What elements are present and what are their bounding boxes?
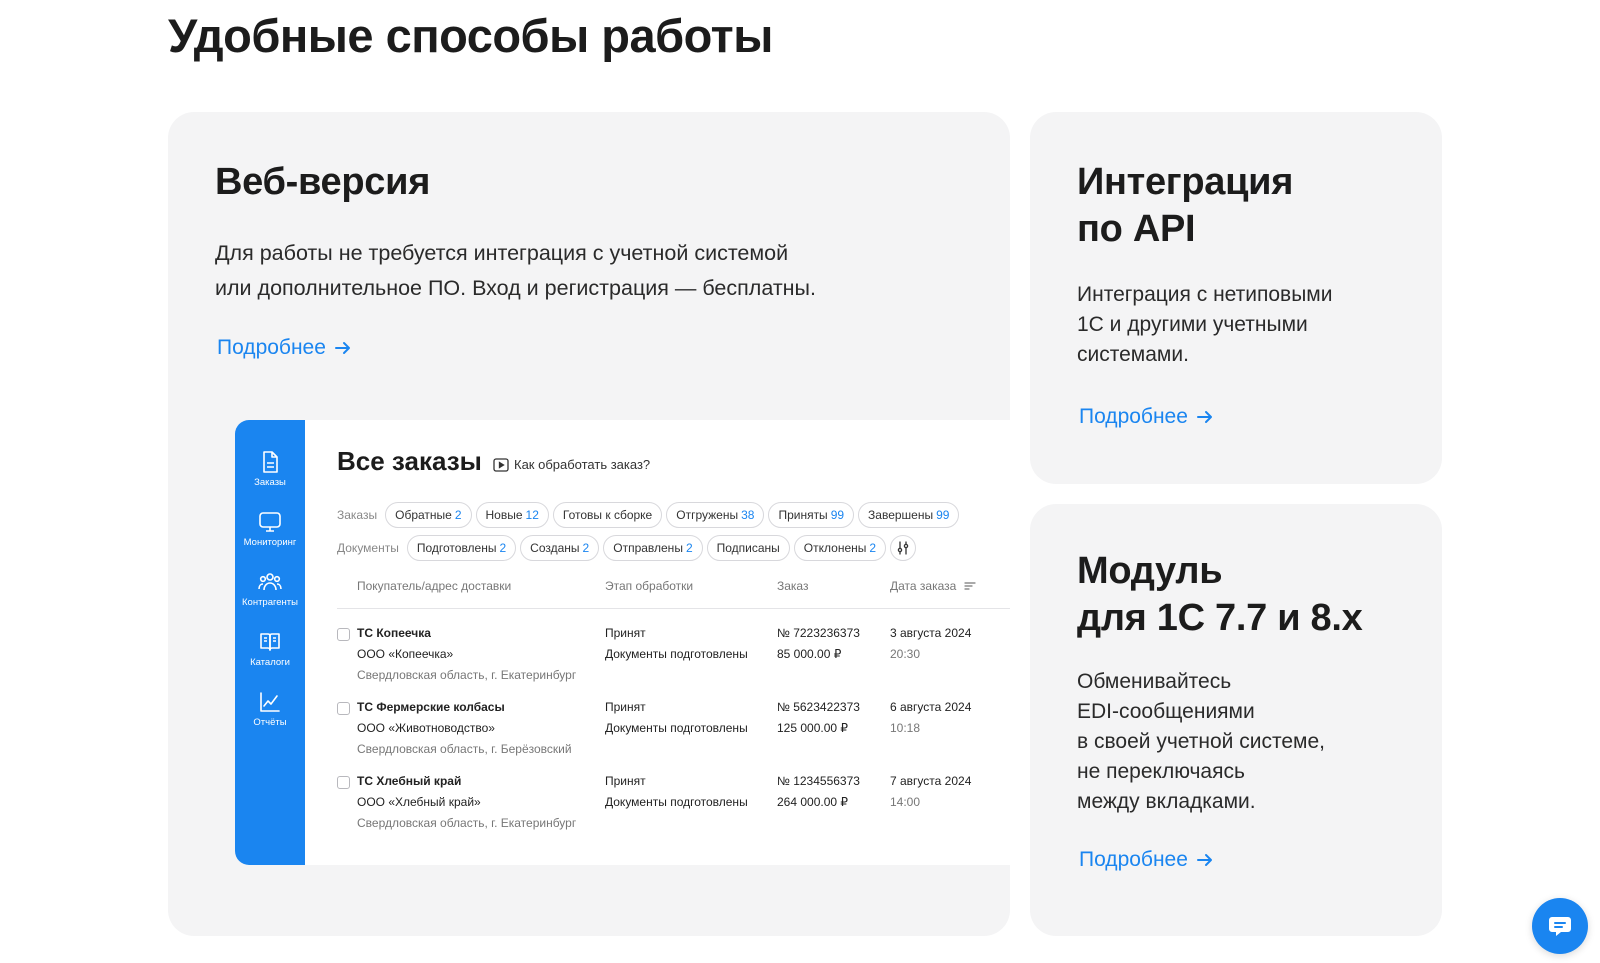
people-icon	[258, 573, 282, 591]
order-cell: № 7223236373 85 000.00 ₽	[777, 626, 860, 661]
orders-title: Все заказы	[337, 446, 482, 476]
module-1c-description: Обменивайтесь EDI-сообщениями в своей уч…	[1077, 670, 1325, 813]
orders-filter-row: Заказы Обратные 2 Новые 12 Готовы к сборке…	[337, 502, 960, 528]
orders-filter-label: Заказы	[337, 508, 378, 522]
app-sidebar: Заказы Мониторинг Контрагенты Каталоги О…	[235, 420, 305, 865]
document-icon	[263, 451, 278, 473]
chip-sent[interactable]: Отправлены 2	[603, 535, 703, 561]
arrow-right-icon	[1196, 854, 1212, 866]
video-icon	[493, 457, 509, 472]
web-version-text-line2: или дополнительное ПО. Вход и регистраци…	[215, 276, 816, 300]
docs-filter-label: Документы	[337, 541, 399, 555]
sidebar-item-catalogs[interactable]: Каталоги	[235, 630, 305, 668]
module-1c-title: Модуль для 1С 7.7 и 8.х	[1077, 550, 1363, 639]
api-integration-card: Интеграция по API Интеграция с нетиповым…	[1030, 112, 1442, 484]
arrow-right-icon	[1196, 411, 1212, 423]
chip-completed[interactable]: Завершены 99	[858, 502, 960, 528]
buyer-cell: ТС Хлебный край ООО «Хлебный край» Сверд…	[357, 774, 577, 830]
chat-button[interactable]	[1532, 898, 1588, 954]
stage-cell: Принят Документы подготовлены	[605, 626, 748, 661]
buyer-cell: ТС Копеечка ООО «Копеечка» Свердловская …	[357, 626, 577, 682]
api-more-link[interactable]: Подробнее	[1079, 405, 1214, 429]
order-cell: № 1234556373 264 000.00 ₽	[777, 774, 860, 809]
chip-signed[interactable]: Подписаны	[706, 535, 790, 561]
module-more-link[interactable]: Подробнее	[1079, 848, 1214, 872]
row-checkbox[interactable]	[337, 776, 350, 789]
chip-rejected[interactable]: Отклонены 2	[793, 535, 887, 561]
catalog-icon	[260, 633, 280, 651]
page-title: Удобные способы работы	[168, 9, 773, 62]
web-version-more-link[interactable]: Подробнее	[217, 336, 352, 360]
chip-ready[interactable]: Готовы к сборке	[552, 502, 663, 528]
order-cell: № 5623422373 125 000.00 ₽	[777, 700, 860, 735]
chip-created[interactable]: Созданы 2	[520, 535, 600, 561]
web-version-description: Для работы не требуется интеграция с уче…	[215, 236, 816, 306]
table-divider	[337, 608, 1010, 609]
sidebar-item-reports[interactable]: Отчёты	[235, 690, 305, 728]
chip-new[interactable]: Новые 12	[475, 502, 549, 528]
sidebar-item-orders[interactable]: Заказы	[235, 450, 305, 488]
chip-accepted[interactable]: Приняты 99	[768, 502, 855, 528]
stage-cell: Принят Документы подготовлены	[605, 700, 748, 735]
buyer-cell: ТС Фермерские колбасы ООО «Животноводств…	[357, 700, 572, 756]
chart-icon	[260, 692, 280, 712]
table-row[interactable]: ТС Копеечка ООО «Копеечка» Свердловская …	[337, 623, 1010, 693]
api-integration-description: Интеграция с нетиповыми 1С и другими уче…	[1077, 283, 1333, 366]
module-1c-card: Модуль для 1С 7.7 и 8.х Обменивайтесь ED…	[1030, 504, 1442, 936]
th-buyer[interactable]: Покупатель/адрес доставки	[357, 579, 511, 593]
th-stage[interactable]: Этап обработки	[605, 579, 693, 593]
sidebar-label: Каталоги	[250, 657, 290, 668]
app-preview: Заказы Мониторинг Контрагенты Каталоги О…	[235, 420, 1010, 865]
sidebar-item-monitoring[interactable]: Мониторинг	[235, 510, 305, 548]
date-cell: 7 августа 2024 14:00	[890, 774, 972, 809]
how-to-process-label: Как обработать заказ?	[514, 457, 651, 472]
docs-filter-row: Документы Подготовлены 2 Созданы 2 Отправл…	[337, 535, 917, 561]
sidebar-label: Заказы	[254, 477, 286, 488]
module-more-label: Подробнее	[1079, 848, 1188, 871]
app-main: Все заказы Как обработать заказ? Заказы …	[305, 420, 1010, 865]
sliders-icon	[897, 541, 909, 555]
stage-cell: Принят Документы подготовлены	[605, 774, 748, 809]
chip-shipped[interactable]: Отгружены 38	[666, 502, 765, 528]
arrow-right-icon	[334, 342, 350, 354]
chat-icon	[1549, 917, 1571, 936]
table-row[interactable]: ТС Фермерские колбасы ООО «Животноводств…	[337, 697, 1010, 767]
how-to-process-link[interactable]: Как обработать заказ?	[493, 457, 650, 472]
sidebar-label: Контрагенты	[242, 597, 298, 608]
monitor-icon	[259, 512, 281, 532]
date-cell: 6 августа 2024 10:18	[890, 700, 972, 735]
table-row[interactable]: ТС Хлебный край ООО «Хлебный край» Сверд…	[337, 771, 1010, 841]
web-version-card: Веб-версия Для работы не требуется интег…	[168, 112, 1010, 936]
chip-prepared[interactable]: Подготовлены 2	[406, 535, 517, 561]
chip-returns[interactable]: Обратные 2	[385, 502, 472, 528]
filter-settings-button[interactable]	[890, 535, 917, 561]
th-order[interactable]: Заказ	[777, 579, 808, 593]
web-version-title: Веб-версия	[215, 161, 431, 203]
row-checkbox[interactable]	[337, 628, 350, 641]
sort-icon	[964, 582, 976, 590]
api-more-label: Подробнее	[1079, 405, 1188, 428]
sidebar-label: Отчёты	[253, 717, 287, 728]
th-date[interactable]: Дата заказа	[890, 579, 976, 593]
web-version-more-label: Подробнее	[217, 336, 326, 359]
sidebar-item-contractors[interactable]: Контрагенты	[235, 570, 305, 608]
row-checkbox[interactable]	[337, 702, 350, 715]
date-cell: 3 августа 2024 20:30	[890, 626, 972, 661]
web-version-text-line1: Для работы не требуется интеграция с уче…	[215, 241, 789, 265]
api-integration-title: Интеграция по API	[1077, 161, 1294, 250]
sidebar-label: Мониторинг	[243, 537, 297, 548]
